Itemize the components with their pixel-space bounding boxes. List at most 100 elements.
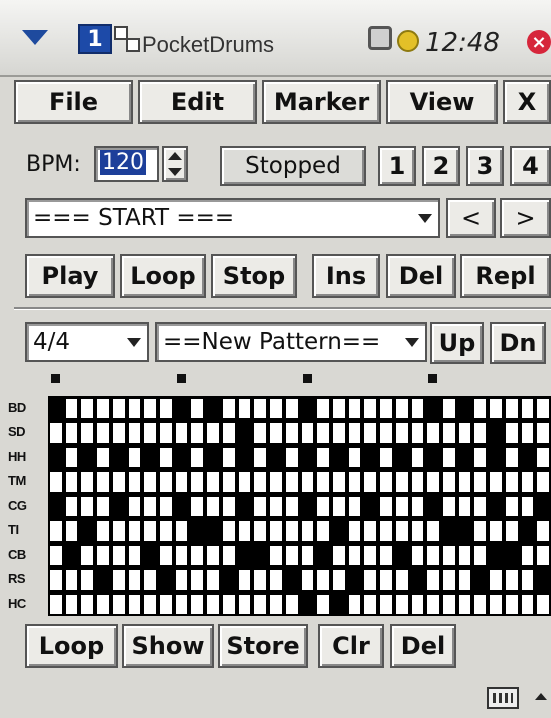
step-cell[interactable] [97,423,109,443]
step-cell[interactable] [474,570,487,590]
step-cell[interactable] [395,594,408,614]
step-cell[interactable] [285,447,298,468]
step-cell[interactable] [81,521,94,541]
step-cell[interactable] [317,521,329,541]
step-cell[interactable] [97,447,109,468]
step-cell[interactable] [521,570,534,590]
step-cell[interactable] [160,472,172,492]
step-cell[interactable] [160,423,172,443]
step-cell[interactable] [128,496,141,517]
step-cell[interactable] [254,472,267,492]
page-button-4[interactable]: 4 [510,146,551,186]
step-cell[interactable] [81,399,94,419]
step-cell[interactable] [490,545,502,566]
dn-button[interactable]: Dn [490,322,546,364]
step-cell[interactable] [65,521,78,541]
step-cell[interactable] [364,423,377,443]
step-cell[interactable] [490,472,502,492]
step-cell[interactable] [427,447,439,468]
step-cell[interactable] [175,521,188,541]
step-cell[interactable] [458,447,471,468]
step-cell[interactable] [191,496,204,517]
clock-time[interactable]: 12:48 [425,28,500,58]
step-cell[interactable] [175,545,188,566]
step-cell[interactable] [474,472,487,492]
step-cell[interactable] [458,399,471,419]
step-cell[interactable] [442,496,455,517]
step-cell[interactable] [144,594,157,614]
step-cell[interactable] [537,447,549,468]
step-cell[interactable] [458,570,471,590]
step-cell[interactable] [521,399,534,419]
step-cell[interactable] [207,423,219,443]
step-cell[interactable] [254,399,267,419]
step-cell[interactable] [160,447,172,468]
bottom-loop-button[interactable]: Loop [25,624,118,668]
step-cell[interactable] [301,472,314,492]
loop-button[interactable]: Loop [120,254,206,298]
step-cell[interactable] [505,545,518,566]
step-cell[interactable] [207,447,219,468]
pattern-select[interactable]: ==New Pattern== [155,322,427,362]
step-cell[interactable] [254,423,267,443]
step-cell[interactable] [238,423,251,443]
step-cell[interactable] [395,423,408,443]
step-cell[interactable] [97,521,109,541]
step-cell[interactable] [144,496,157,517]
step-cell[interactable] [238,570,251,590]
step-cell[interactable] [270,472,282,492]
del-button[interactable]: Del [386,254,456,298]
step-cell[interactable] [301,545,314,566]
step-cell[interactable] [537,521,549,541]
step-cell[interactable] [427,545,439,566]
step-cell[interactable] [238,545,251,566]
step-cell[interactable] [270,521,282,541]
step-cell[interactable] [348,545,361,566]
step-cell[interactable] [348,423,361,443]
step-cell[interactable] [427,594,439,614]
step-cell[interactable] [442,423,455,443]
step-cell[interactable] [285,545,298,566]
step-cell[interactable] [474,521,487,541]
step-cell[interactable] [254,496,267,517]
step-cell[interactable] [97,570,109,590]
step-cell[interactable] [490,447,502,468]
step-cell[interactable] [175,594,188,614]
step-cell[interactable] [65,570,78,590]
step-cell[interactable] [144,423,157,443]
step-cell[interactable] [191,399,204,419]
step-cell[interactable] [270,399,282,419]
step-cell[interactable] [332,594,345,614]
step-cell[interactable] [332,399,345,419]
step-cell[interactable] [160,496,172,517]
step-cell[interactable] [65,594,78,614]
step-cell[interactable] [144,399,157,419]
step-cell[interactable] [332,496,345,517]
spin-up-icon[interactable] [168,152,182,160]
step-cell[interactable] [191,594,204,614]
step-cell[interactable] [317,496,329,517]
step-cell[interactable] [474,496,487,517]
step-cell[interactable] [128,594,141,614]
step-cell[interactable] [490,521,502,541]
step-cell[interactable] [505,423,518,443]
step-cell[interactable] [112,594,125,614]
step-cell[interactable] [128,570,141,590]
step-cell[interactable] [112,570,125,590]
step-cell[interactable] [411,594,424,614]
close-icon[interactable]: × [527,30,551,54]
step-cell[interactable] [490,496,502,517]
step-cell[interactable] [411,545,424,566]
step-cell[interactable] [81,472,94,492]
step-cell[interactable] [222,594,235,614]
step-cell[interactable] [442,399,455,419]
step-cell[interactable] [301,447,314,468]
step-cell[interactable] [285,496,298,517]
step-cell[interactable] [427,399,439,419]
menu-edit[interactable]: Edit [138,80,257,124]
step-cell[interactable] [112,521,125,541]
step-cell[interactable] [175,447,188,468]
step-cell[interactable] [97,545,109,566]
step-cell[interactable] [505,447,518,468]
step-cell[interactable] [317,447,329,468]
